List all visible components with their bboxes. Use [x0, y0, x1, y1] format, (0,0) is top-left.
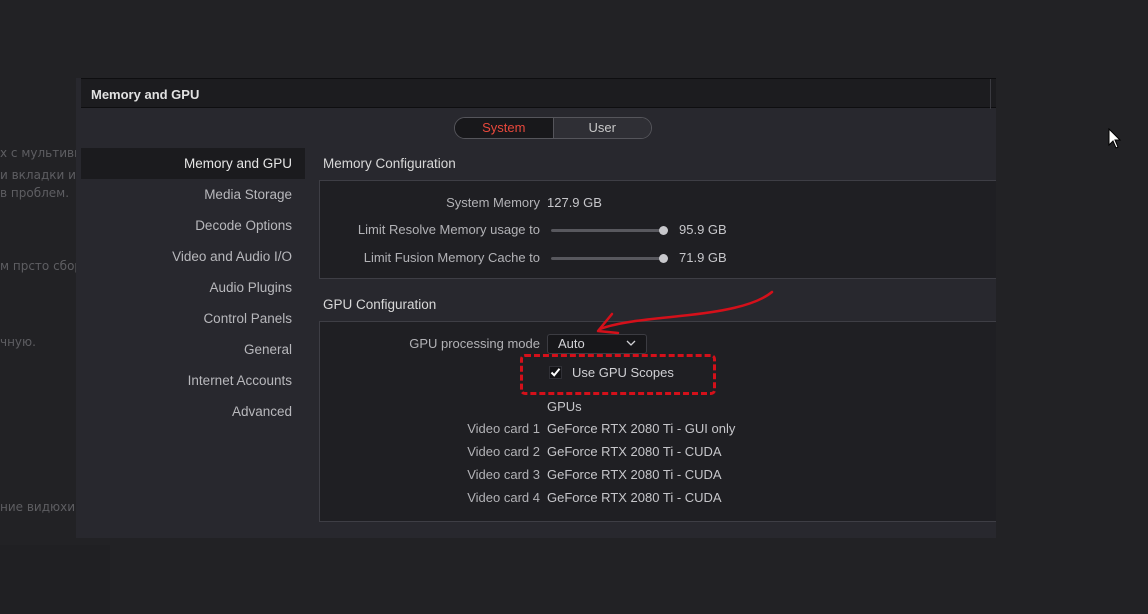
limit-resolve-slider[interactable] — [551, 226, 668, 235]
checkmark-icon — [550, 368, 561, 377]
gpus-heading: GPUs — [547, 399, 582, 414]
title-divider — [990, 79, 991, 109]
gpu-processing-mode-select[interactable]: Auto — [547, 334, 647, 354]
limit-fusion-slider[interactable] — [551, 254, 668, 263]
background-text: х с мультивк — [0, 146, 82, 160]
sidebar-item-media-storage[interactable]: Media Storage — [81, 179, 305, 210]
gpu-config-heading: GPU Configuration — [323, 297, 437, 312]
slider-fill — [551, 257, 663, 260]
limit-fusion-value: 71.9 GB — [679, 250, 727, 265]
system-memory-label: System Memory — [446, 195, 540, 210]
slider-fill — [551, 229, 663, 232]
sidebar-item-decode-options[interactable]: Decode Options — [81, 210, 305, 241]
video-card-label: Video card 3 — [467, 467, 540, 482]
sidebar-item-advanced[interactable]: Advanced — [81, 396, 305, 427]
sidebar-item-general[interactable]: General — [81, 334, 305, 365]
memory-config-heading: Memory Configuration — [323, 156, 456, 171]
limit-resolve-label: Limit Resolve Memory usage to — [357, 222, 540, 237]
background-text: ние видюхи д — [0, 500, 88, 514]
limit-resolve-value: 95.9 GB — [679, 222, 727, 237]
gpu-processing-mode-label: GPU processing mode — [409, 336, 540, 351]
background-text: чную. — [0, 335, 36, 349]
tab-user[interactable]: User — [553, 118, 651, 138]
preferences-dialog: Memory and GPU System User Memory and GP… — [76, 78, 996, 538]
gpu-processing-mode-value: Auto — [558, 336, 585, 351]
background-text: и вкладки и — [0, 168, 76, 182]
limit-fusion-label: Limit Fusion Memory Cache to — [363, 250, 540, 265]
tab-system[interactable]: System — [455, 118, 554, 138]
video-card-value: GeForce RTX 2080 Ti - CUDA — [547, 490, 722, 505]
slider-handle[interactable] — [659, 226, 668, 235]
slider-handle[interactable] — [659, 254, 668, 263]
gpu-config-panel: GPU processing mode Auto Use GPU Scopes … — [319, 321, 996, 522]
video-card-label: Video card 1 — [467, 421, 540, 436]
background-panel — [0, 545, 110, 614]
memory-config-panel: System Memory 127.9 GB Limit Resolve Mem… — [319, 180, 996, 279]
mouse-cursor-icon — [1108, 128, 1122, 149]
system-user-toggle: System User — [454, 117, 652, 139]
use-gpu-scopes-checkbox[interactable] — [549, 366, 562, 379]
background-text: м прсто сбор — [0, 259, 83, 273]
sidebar-item-control-panels[interactable]: Control Panels — [81, 303, 305, 334]
background-text: в проблем. — [0, 186, 70, 200]
video-card-label: Video card 4 — [467, 490, 540, 505]
sidebar-item-internet-accounts[interactable]: Internet Accounts — [81, 365, 305, 396]
preferences-sidebar: Memory and GPU Media Storage Decode Opti… — [81, 148, 305, 427]
title-bar: Memory and GPU — [81, 78, 996, 109]
chevron-down-icon — [626, 340, 636, 346]
system-memory-value: 127.9 GB — [547, 195, 602, 210]
video-card-value: GeForce RTX 2080 Ti - CUDA — [547, 467, 722, 482]
use-gpu-scopes-label: Use GPU Scopes — [572, 365, 674, 380]
video-card-label: Video card 2 — [467, 444, 540, 459]
sidebar-item-audio-plugins[interactable]: Audio Plugins — [81, 272, 305, 303]
video-card-value: GeForce RTX 2080 Ti - CUDA — [547, 444, 722, 459]
video-card-value: GeForce RTX 2080 Ti - GUI only — [547, 421, 736, 436]
sidebar-item-video-audio-io[interactable]: Video and Audio I/O — [81, 241, 305, 272]
dialog-title: Memory and GPU — [91, 87, 200, 102]
sidebar-item-memory-and-gpu[interactable]: Memory and GPU — [81, 148, 305, 179]
